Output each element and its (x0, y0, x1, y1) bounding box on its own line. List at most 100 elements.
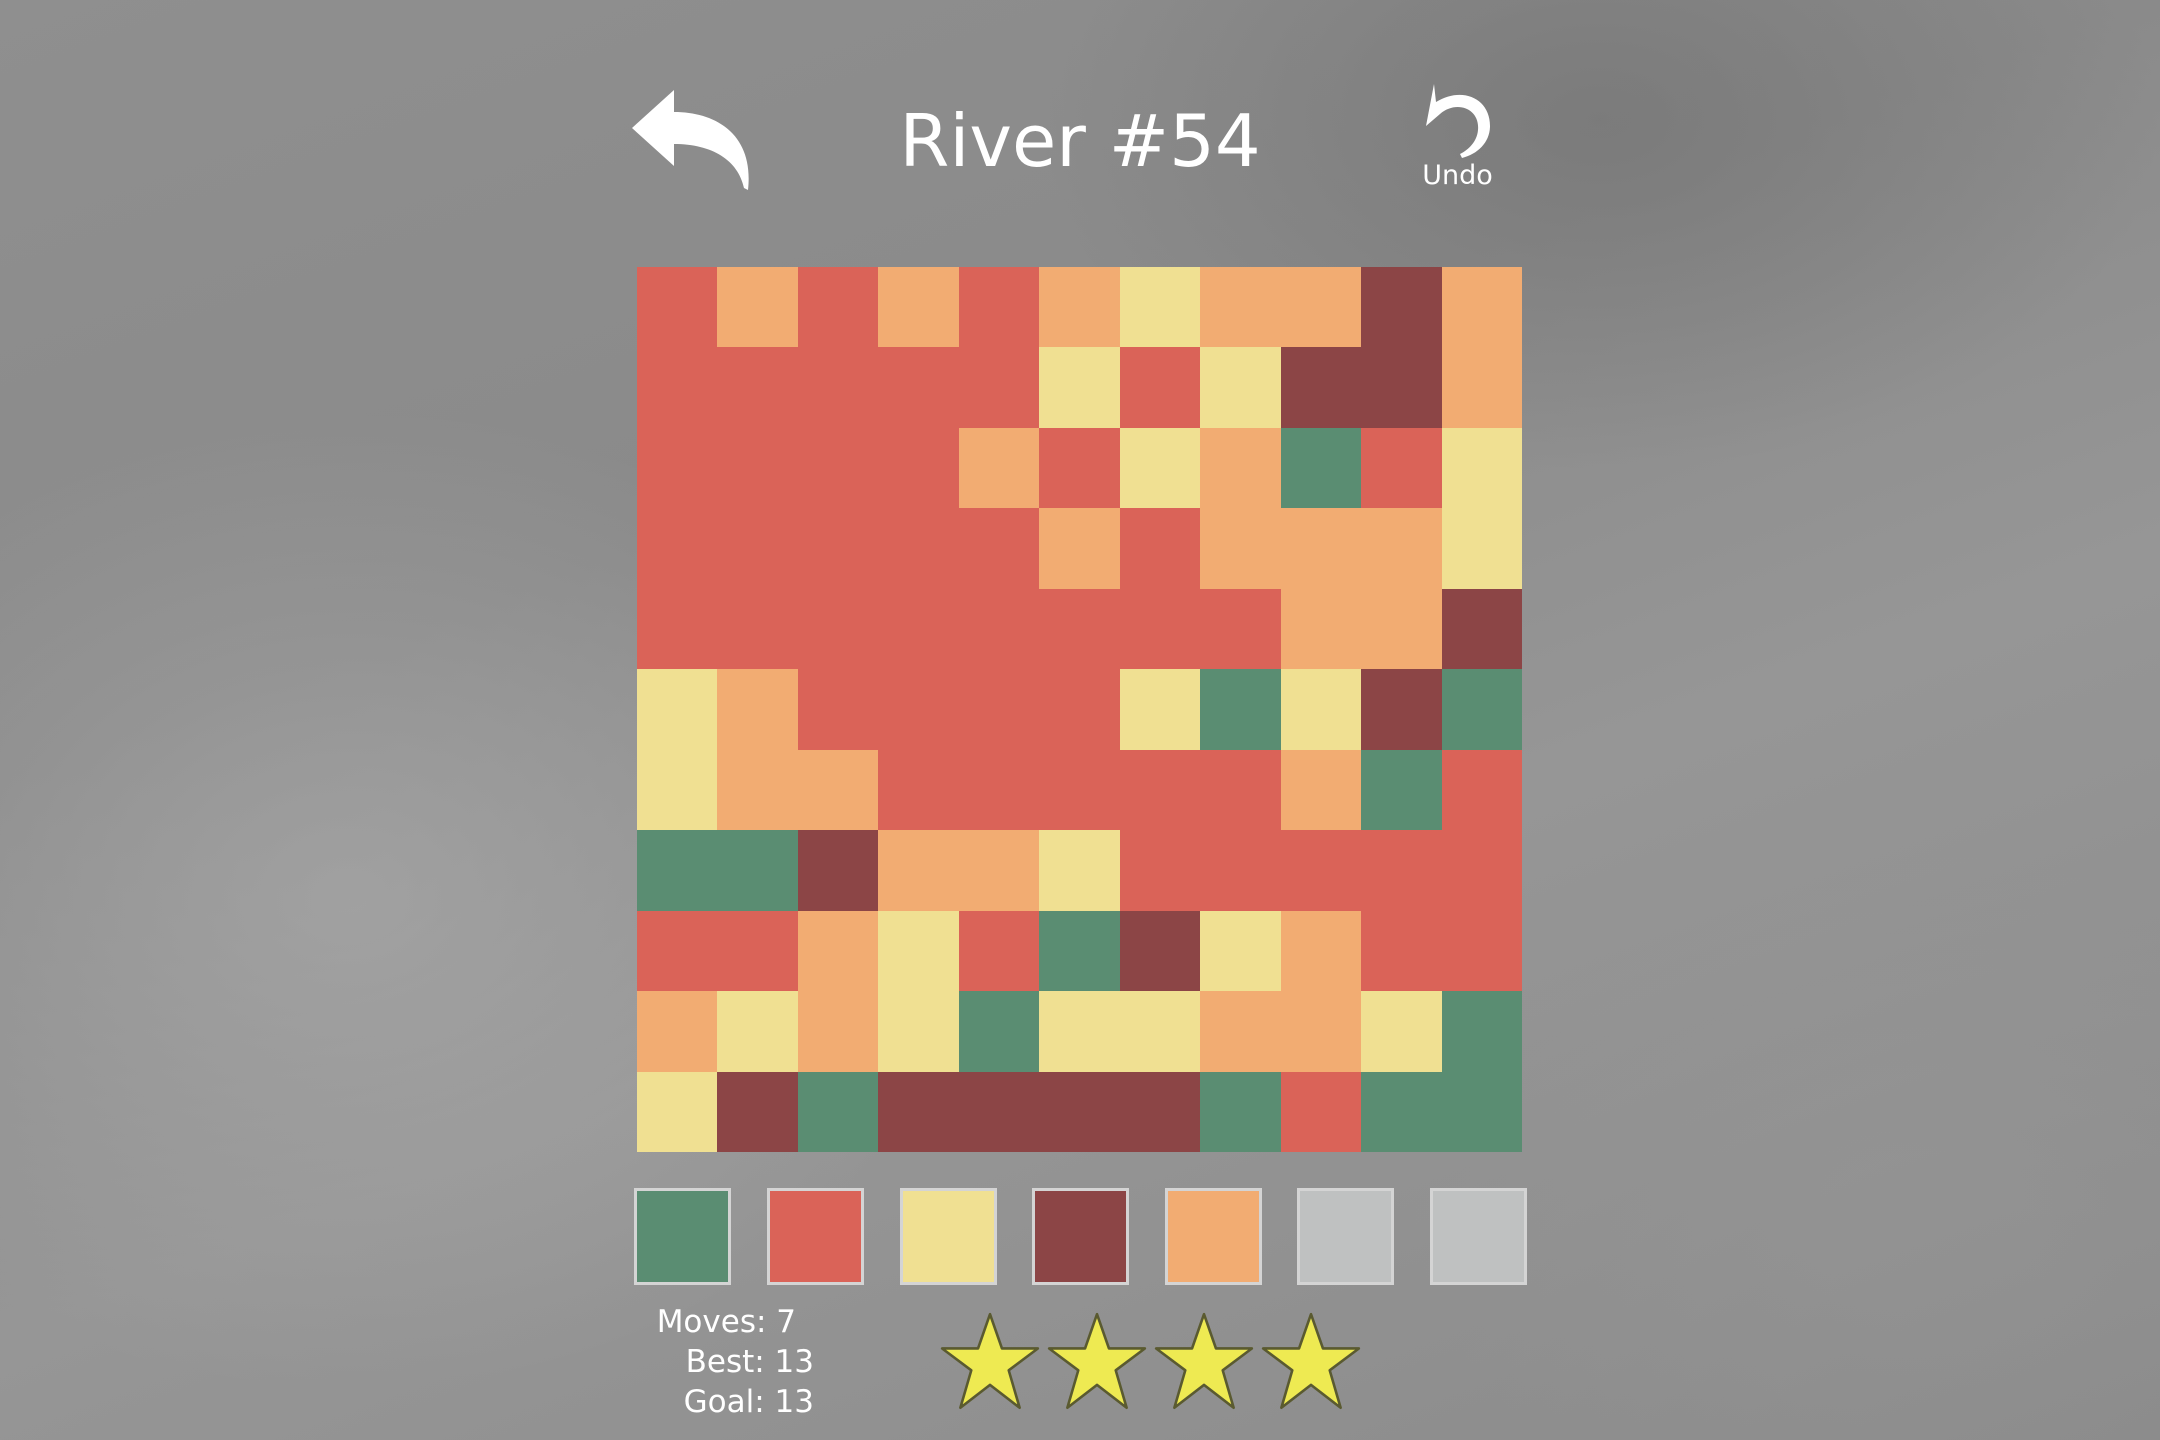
board-cell (1039, 830, 1120, 911)
undo-button[interactable]: Undo (1410, 78, 1505, 193)
board-cell (958, 508, 1040, 589)
board-cell (637, 910, 718, 992)
board-cell (878, 910, 959, 992)
board-cell (1361, 427, 1442, 509)
board-cell (637, 669, 718, 750)
star-icon (1045, 1310, 1149, 1414)
board-cell (878, 669, 959, 750)
goal-score: Goal: 13 (683, 1384, 814, 1420)
board-cell (1280, 991, 1362, 1072)
color-swatch-dark-red[interactable] (1032, 1188, 1129, 1285)
color-swatch-empty[interactable] (1430, 1188, 1527, 1285)
board-cell (1200, 267, 1281, 348)
board-cell (1200, 669, 1281, 750)
board-cell (1441, 427, 1522, 509)
board-cell (637, 347, 718, 428)
board-cell (1280, 347, 1362, 428)
color-swatch-orange[interactable] (1165, 1188, 1262, 1285)
board-cell (717, 427, 798, 509)
level-title: River #54 (899, 99, 1261, 183)
board-cell (1200, 588, 1281, 670)
board-cell (1361, 830, 1442, 911)
board-cell (1361, 749, 1442, 831)
board-cell (1119, 347, 1201, 428)
board-cell (637, 749, 718, 831)
board-cell (878, 1071, 959, 1152)
board-cell (878, 347, 959, 428)
board-cell (797, 508, 879, 589)
board-cell (1039, 588, 1120, 670)
color-swatch-red[interactable] (767, 1188, 864, 1285)
board-cell (1119, 508, 1201, 589)
board-cell (797, 267, 879, 348)
board-cell (1039, 910, 1120, 992)
board-cell (717, 910, 798, 992)
board-cell (1441, 508, 1522, 589)
board-cell (1200, 347, 1281, 428)
color-swatch-green[interactable] (634, 1188, 731, 1285)
board-cell (1119, 267, 1201, 348)
board-cell (1039, 347, 1120, 428)
board-cell (1280, 588, 1362, 670)
board-cell (717, 588, 798, 670)
board-cell (797, 669, 879, 750)
board-cell (1441, 830, 1522, 911)
star-icon (938, 1310, 1042, 1414)
board-cell (797, 1071, 879, 1152)
board-cell (1441, 910, 1522, 992)
board-cell (1441, 1071, 1522, 1152)
board-cell (797, 347, 879, 428)
board-cell (797, 910, 879, 992)
board-cell (1280, 910, 1362, 992)
board-cell (878, 427, 959, 509)
board-cell (1441, 347, 1522, 428)
board-cell (1441, 749, 1522, 831)
board-cell (1280, 427, 1362, 509)
game-board[interactable] (637, 267, 1522, 1152)
board-cell (1039, 749, 1120, 831)
board-cell (1361, 588, 1442, 670)
board-cell (1119, 588, 1201, 670)
board-cell (958, 1071, 1040, 1152)
board-cell (717, 991, 798, 1072)
board-cell (958, 830, 1040, 911)
board-cell (1039, 508, 1120, 589)
board-cell (1119, 427, 1201, 509)
board-cell (1361, 669, 1442, 750)
back-button[interactable] (628, 82, 758, 194)
board-cell (717, 1071, 798, 1152)
board-cell (1361, 347, 1442, 428)
board-cell (717, 347, 798, 428)
undo-arrow-icon (1422, 78, 1492, 160)
best-score: Best: 13 (685, 1344, 814, 1380)
board-cell (878, 749, 959, 831)
board-cell (878, 991, 959, 1072)
board-cell (797, 991, 879, 1072)
board-cell (717, 508, 798, 589)
board-cell (958, 991, 1040, 1072)
board-cell (637, 830, 718, 911)
board-cell (717, 669, 798, 750)
board-cell (1361, 910, 1442, 992)
board-cell (958, 669, 1040, 750)
board-cell (1119, 749, 1201, 831)
board-cell (1280, 1071, 1362, 1152)
board-cell (1441, 991, 1522, 1072)
board-cell (1280, 749, 1362, 831)
star-icon (1259, 1310, 1363, 1414)
moves-count: Moves: 7 (656, 1304, 796, 1340)
board-cell (958, 347, 1040, 428)
board-cell (797, 427, 879, 509)
board-cell (878, 267, 959, 348)
star-rating (938, 1310, 1368, 1416)
color-swatch-empty[interactable] (1297, 1188, 1394, 1285)
board-cell (1200, 427, 1281, 509)
board-cell (1039, 427, 1120, 509)
color-swatch-yellow[interactable] (900, 1188, 997, 1285)
board-cell (878, 830, 959, 911)
board-cell (878, 588, 959, 670)
board-cell (1361, 1071, 1442, 1152)
board-cell (717, 749, 798, 831)
board-cell (1039, 991, 1120, 1072)
board-cell (1361, 508, 1442, 589)
